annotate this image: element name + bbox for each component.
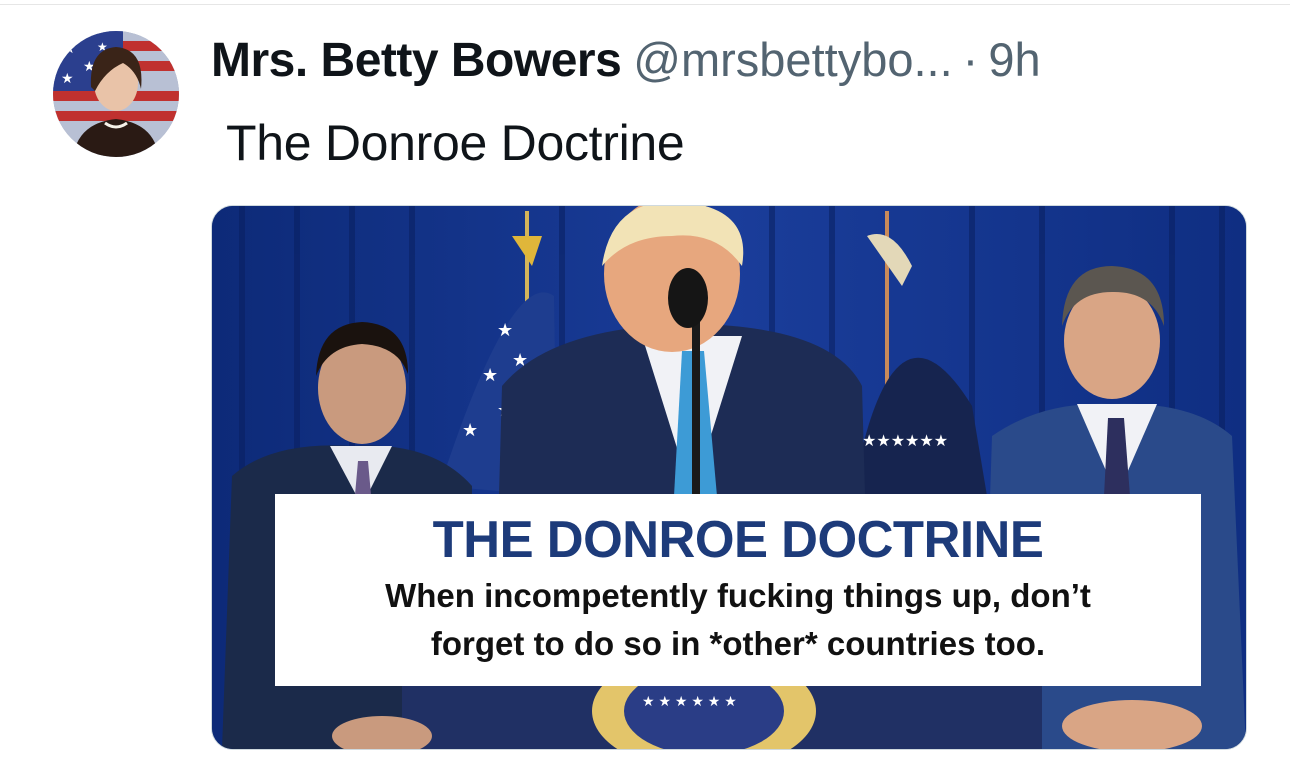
avatar-image: ★★ ★★ <box>53 31 179 157</box>
meme-caption-line-1: When incompetently fucking things up, do… <box>385 577 1091 614</box>
tweet-header: Mrs. Betty Bowers @mrsbettybo... · 9h <box>211 32 1041 88</box>
meme-caption-line-2: forget to do so in *other* countries too… <box>430 625 1046 662</box>
svg-text:★: ★ <box>462 420 478 440</box>
svg-text:★: ★ <box>61 70 74 86</box>
author-handle[interactable]: @mrsbettybo... <box>633 33 952 86</box>
top-divider <box>0 4 1290 5</box>
svg-text:★★★★★★: ★★★★★★ <box>862 433 948 450</box>
author-avatar[interactable]: ★ ★ ★ ★ <box>53 31 179 157</box>
separator-dot: · <box>962 33 979 86</box>
svg-text:★: ★ <box>497 320 513 340</box>
svg-text:★: ★ <box>63 40 76 56</box>
tweet-text: The Donroe Doctrine <box>226 115 685 171</box>
tweet-media-image[interactable]: ★★★ ★★★ ★★★★★★ ★ ★ ★ ★ ★ <box>211 205 1247 750</box>
author-name[interactable]: Mrs. Betty Bowers <box>211 34 622 87</box>
svg-text:★: ★ <box>482 365 498 385</box>
meme-caption-box: THE DONROE DOCTRINE When incompetently f… <box>275 494 1201 686</box>
svg-text:★ ★ ★ ★ ★ ★: ★ ★ ★ ★ ★ ★ <box>642 693 737 709</box>
meme-caption-title: THE DONROE DOCTRINE <box>432 511 1044 569</box>
tweet-timestamp[interactable]: 9h <box>988 33 1040 86</box>
